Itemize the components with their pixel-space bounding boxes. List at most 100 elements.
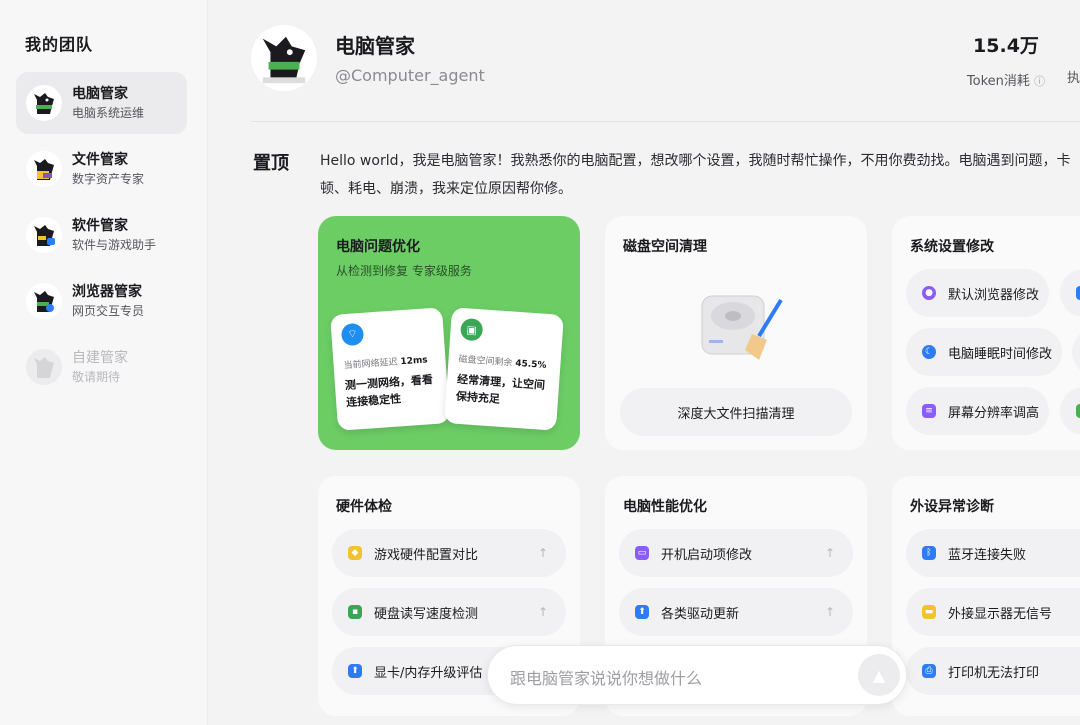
- agent-handle: @Computer_agent: [335, 66, 485, 85]
- upgrade-icon: ⬆: [348, 664, 362, 678]
- gamepad-icon: ◆: [348, 546, 362, 560]
- pill-label: 默认浏览器修改: [948, 287, 1040, 303]
- sidebar-item-software-agent[interactable]: 软件管家 软件与游戏助手: [16, 204, 187, 266]
- network-meta: 当前网络延迟 12ms: [343, 352, 436, 371]
- network-latency-value: 12ms: [400, 355, 428, 368]
- agent-name: 自建管家: [72, 350, 128, 366]
- pill-label: 蓝牙连接失败: [948, 547, 1027, 563]
- agent-name: 浏览器管家: [72, 284, 142, 300]
- disk-speed-test-button[interactable]: ▪ 硬盘读写速度检测 ↑: [332, 588, 566, 636]
- pill-label: 外接显示器无信号: [948, 606, 1053, 622]
- browser-agent-avatar-icon: [26, 283, 62, 319]
- moon-icon: ☾: [922, 345, 936, 359]
- sidebar: 我的团队 电脑管家 电脑系统运维 文件管家 数字资产专家 软件管家 软件与游戏助…: [0, 0, 208, 725]
- token-label-text: Token消耗: [966, 74, 1030, 89]
- system-extra-button-1[interactable]: [1060, 269, 1080, 317]
- disk-meta-label: 磁盘空间剩余: [458, 354, 513, 369]
- pill-label: 游戏硬件配置对比: [374, 547, 479, 563]
- pill-label: 硬盘读写速度检测: [374, 606, 479, 622]
- card-title: 系统设置修改: [910, 239, 994, 255]
- file-agent-avatar-icon: [26, 151, 62, 187]
- card-disk-cleanup[interactable]: 磁盘空间清理 深度大文件扫描清理: [605, 216, 867, 450]
- sidebar-item-file-agent[interactable]: 文件管家 数字资产专家: [16, 138, 187, 200]
- browser-icon: ●: [922, 286, 936, 300]
- game-hardware-compare-button[interactable]: ◆ 游戏硬件配置对比 ↑: [332, 529, 566, 577]
- driver-update-button[interactable]: ⬆ 各类驱动更新 ↑: [619, 588, 853, 636]
- card-title: 磁盘空间清理: [623, 239, 707, 255]
- bluetooth-icon: ᛒ: [922, 546, 936, 560]
- header-divider: [251, 121, 1080, 122]
- sidebar-title: 我的团队: [25, 35, 94, 54]
- pill-label: 各类驱动更新: [661, 606, 740, 622]
- card-peripheral-diagnosis[interactable]: 外设异常诊断 ᛒ 蓝牙连接失败 ▬ 外接显示器无信号 ⎙ 打印机无法打印: [892, 476, 1080, 716]
- sidebar-item-computer-agent[interactable]: 电脑管家 电脑系统运维: [16, 72, 187, 134]
- agent-name: 软件管家: [72, 218, 128, 234]
- hero-avatar-icon: [251, 25, 317, 91]
- arrow-up-icon: ↑: [537, 546, 548, 560]
- card-title: 电脑问题优化: [336, 239, 420, 255]
- disk-icon: ▣: [459, 317, 484, 342]
- deep-scan-button[interactable]: 深度大文件扫描清理: [620, 388, 852, 436]
- monitor-icon: ≡: [922, 404, 936, 418]
- pill-label: 屏幕分辨率调高: [948, 405, 1040, 421]
- disk-broom-icon: [697, 288, 787, 368]
- agent-desc: 电脑系统运维: [72, 106, 145, 120]
- startup-icon: ▭: [635, 546, 649, 560]
- second-stat-label: 执: [1067, 71, 1080, 86]
- agent-name: 文件管家: [72, 152, 128, 168]
- sleep-time-button[interactable]: ☾ 电脑睡眠时间修改: [906, 328, 1062, 376]
- pinned-label: 置顶: [253, 153, 289, 174]
- pill-label: 开机启动项修改: [661, 547, 753, 563]
- default-browser-button[interactable]: ● 默认浏览器修改: [906, 269, 1049, 317]
- system-extra-icon-1: [1076, 286, 1080, 300]
- token-label: Token消耗 ⓘ: [961, 70, 1051, 89]
- screen-resolution-button[interactable]: ≡ 屏幕分辨率调高: [906, 387, 1049, 435]
- card-system-settings[interactable]: 系统设置修改 ● 默认浏览器修改 ☾ 电脑睡眠时间修改 ≡ 屏幕分辨率调高: [892, 216, 1080, 450]
- card-title: 外设异常诊断: [910, 499, 994, 515]
- agent-intro: Hello world，我是电脑管家！我熟悉你的电脑配置，想改哪个设置，我随时帮…: [320, 153, 1071, 197]
- disk-space-card[interactable]: ▣ 磁盘空间剩余 45.5% 经常清理，让空间保持充足: [444, 307, 564, 431]
- startup-items-button[interactable]: ▭ 开机启动项修改 ↑: [619, 529, 853, 577]
- info-icon[interactable]: ⓘ: [1034, 75, 1045, 88]
- pill-label: 电脑睡眠时间修改: [948, 346, 1053, 362]
- agent-title: 电脑管家: [335, 34, 415, 58]
- arrow-up-icon: ↑: [537, 605, 548, 619]
- pill-label: 打印机无法打印: [948, 665, 1040, 681]
- send-button[interactable]: ▲: [858, 654, 900, 696]
- agent-desc: 敬请期待: [72, 370, 121, 384]
- main-panel: 电脑管家 @Computer_agent 15.4万 Token消耗 ⓘ 执 置…: [209, 0, 1080, 725]
- agent-desc: 软件与游戏助手: [72, 238, 157, 252]
- agent-desc: 网页交互专员: [72, 304, 145, 318]
- network-text: 测一测网络，看看连接稳定性: [344, 373, 434, 410]
- card-problem-optimize[interactable]: 电脑问题优化 从检测到修复 专家级服务 ⌔ 当前网络延迟 12ms 测一测网络，…: [318, 216, 580, 450]
- system-extra-button-2[interactable]: [1072, 328, 1080, 376]
- token-value: 15.4万: [973, 35, 1039, 57]
- agent-name: 电脑管家: [72, 86, 128, 102]
- agent-desc: 数字资产专家: [72, 172, 145, 186]
- chat-input-bar[interactable]: 跟电脑管家说说你想做什么 ▲: [487, 645, 907, 705]
- send-arrow-icon: ▲: [872, 665, 886, 685]
- token-stat: 15.4万 Token消耗 ⓘ: [961, 31, 1051, 89]
- pill-label: 显卡/内存升级评估: [374, 665, 483, 681]
- wifi-icon: ⌔: [340, 322, 365, 347]
- disk-meta: 磁盘空间剩余 45.5%: [458, 352, 551, 371]
- software-agent-avatar-icon: [26, 217, 62, 253]
- system-extra-icon-3: [1076, 404, 1080, 418]
- network-test-card[interactable]: ⌔ 当前网络延迟 12ms 测一测网络，看看连接稳定性: [330, 307, 450, 431]
- card-title: 硬件体检: [336, 499, 392, 515]
- sidebar-item-browser-agent[interactable]: 浏览器管家 网页交互专员: [16, 270, 187, 332]
- arrow-up-icon: ↑: [824, 546, 835, 560]
- system-extra-button-3[interactable]: [1060, 387, 1080, 435]
- card-title: 电脑性能优化: [623, 499, 707, 515]
- arrow-up-icon: ↑: [824, 605, 835, 619]
- network-meta-label: 当前网络延迟: [343, 357, 398, 372]
- update-icon: ⬆: [635, 605, 649, 619]
- computer-agent-avatar-icon: [26, 85, 62, 121]
- external-monitor-button[interactable]: ▬ 外接显示器无信号: [906, 588, 1080, 636]
- card-subtitle: 从检测到修复 专家级服务: [336, 264, 472, 278]
- printer-fail-button[interactable]: ⎙ 打印机无法打印: [906, 647, 1080, 695]
- disk-remaining-value: 45.5%: [514, 358, 547, 371]
- chat-input[interactable]: 跟电脑管家说说你想做什么: [510, 665, 702, 689]
- bluetooth-fail-button[interactable]: ᛒ 蓝牙连接失败: [906, 529, 1080, 577]
- custom-agent-avatar-icon: [26, 349, 62, 385]
